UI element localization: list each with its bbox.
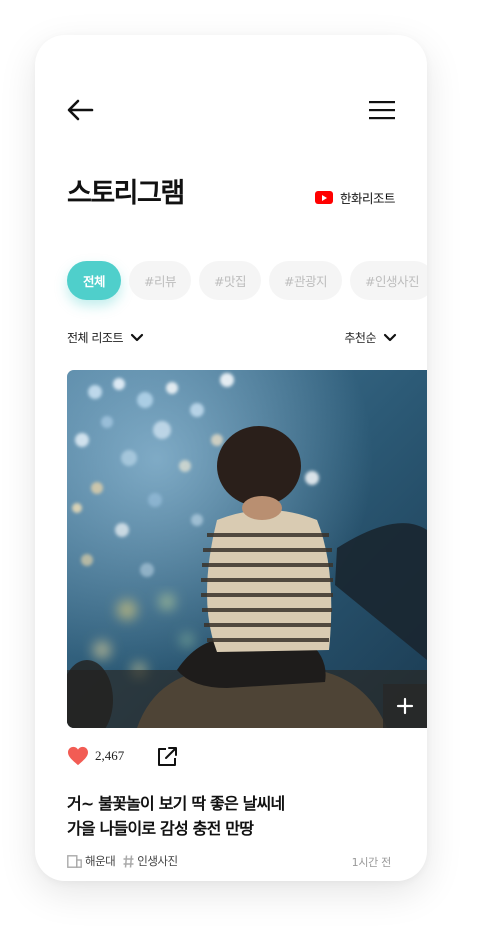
- post-meta: 해운대 인생사진: [67, 853, 186, 869]
- channel-link[interactable]: 한화리조트: [314, 188, 396, 207]
- hashtag-label: 인생사진: [137, 854, 178, 868]
- hashtag-icon: [123, 854, 134, 868]
- youtube-icon: [314, 191, 333, 204]
- post-image[interactable]: [67, 370, 427, 728]
- tag-chip-all[interactable]: 전체: [67, 261, 122, 300]
- resort-filter-label: 전체 리조트: [67, 331, 124, 345]
- chevron-down-icon: [383, 333, 397, 341]
- hamburger-menu-icon[interactable]: [369, 99, 395, 121]
- tag-chip-review[interactable]: #리뷰: [129, 261, 191, 300]
- add-button[interactable]: [383, 684, 427, 728]
- tag-chip-photo[interactable]: #인생사진: [349, 261, 427, 300]
- location-label: 해운대: [85, 854, 116, 868]
- tag-filter-bar: 전체 #리뷰 #맛집 #관광지 #인생사진: [67, 261, 427, 300]
- post-headline[interactable]: 거~ 불꽃놀이 보기 딱 좋은 날씨네 가을 나들이로 감성 충전 만땅: [67, 791, 397, 841]
- sort-dropdown[interactable]: 추천순: [344, 329, 397, 346]
- sort-label: 추천순: [344, 331, 376, 345]
- phone-frame: 스토리그램 한화리조트 전체 #리뷰 #맛집 #관광지 #인생사진 전체 리조트…: [35, 35, 427, 881]
- share-icon[interactable]: [156, 746, 178, 768]
- location-tag[interactable]: 해운대: [67, 853, 116, 869]
- arrow-left-icon[interactable]: [65, 97, 95, 123]
- fireworks-photo: [67, 370, 427, 728]
- chevron-down-icon: [130, 333, 144, 341]
- like-button[interactable]: 2,467: [67, 746, 124, 766]
- like-count: 2,467: [95, 748, 125, 763]
- post-time: 1시간 전: [351, 856, 392, 869]
- hashtag-tag[interactable]: 인생사진: [123, 853, 178, 869]
- page-title: 스토리그램: [67, 178, 185, 209]
- resort-filter-dropdown[interactable]: 전체 리조트: [67, 329, 144, 346]
- channel-label: 한화리조트: [339, 191, 396, 206]
- tag-chip-food[interactable]: #맛집: [199, 261, 261, 300]
- post-headline-line1: 거~ 불꽃놀이 보기 딱 좋은 날씨네: [67, 794, 285, 813]
- post-headline-line2: 가을 나들이로 감성 충전 만땅: [67, 819, 254, 838]
- heart-icon: [68, 746, 88, 766]
- building-icon: [67, 854, 82, 868]
- plus-icon: [396, 697, 414, 715]
- tag-chip-sightseeing[interactable]: #관광지: [268, 261, 342, 300]
